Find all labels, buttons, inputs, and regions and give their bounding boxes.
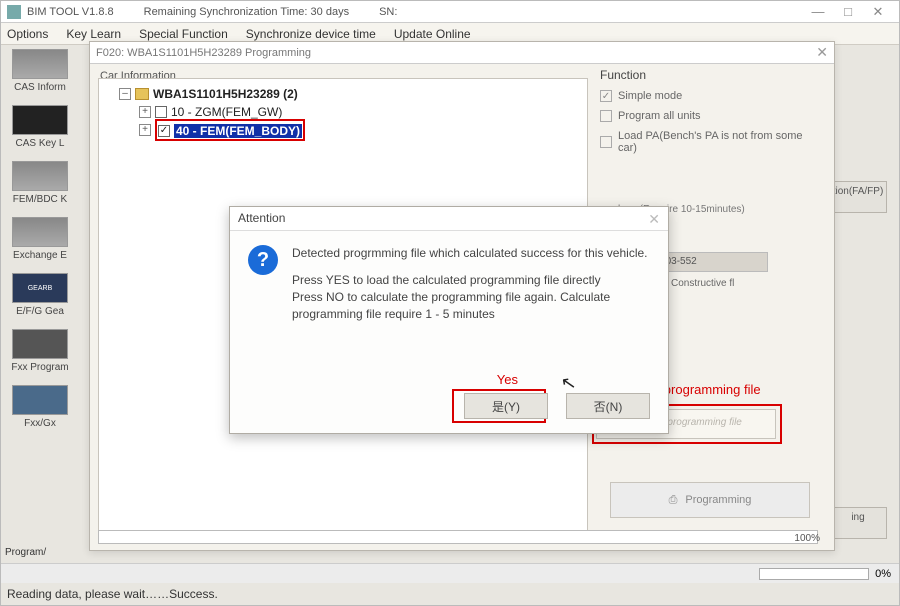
status-message: Reading data, please wait……Success. — [1, 585, 899, 605]
inner-progress-pct: 100% — [794, 533, 820, 544]
attention-dialog: Attention ✕ ? Detected progrmming file w… — [229, 206, 669, 434]
main-statusbar: 0% — [1, 563, 899, 583]
tree-root[interactable]: – WBA1S1101H5H23289 (2) — [105, 85, 581, 103]
left-sidebar: CAS Inform CAS Key L FEM/BDC K Exchange … — [5, 49, 75, 441]
right-button-fa-fp[interactable]: tion(FA/FP) — [829, 181, 887, 213]
no-button[interactable]: 否(N) — [566, 393, 650, 419]
dialog-titlebar: Attention ✕ — [230, 207, 668, 231]
menu-special[interactable]: Special Function — [139, 27, 228, 41]
sidebar-item-gearbox[interactable]: GEARBE/F/G Gea — [5, 273, 75, 317]
app-icon — [7, 5, 21, 19]
sidebar-item-fxxgx[interactable]: Fxx/Gx — [5, 385, 75, 429]
sidebar-item-exchange[interactable]: Exchange E — [5, 217, 75, 261]
collapse-icon[interactable]: – — [119, 88, 131, 100]
radio-constructive[interactable]: Constructive fl — [656, 278, 828, 289]
maximize-icon[interactable]: □ — [833, 4, 863, 19]
dialog-title: Attention — [238, 211, 285, 226]
inner-progressbar — [98, 530, 818, 544]
menu-options[interactable]: Options — [7, 27, 48, 41]
chk-load-pa[interactable]: Load PA(Bench's PA is not from some car) — [600, 130, 824, 154]
yes-button[interactable]: 是(Y) — [464, 393, 548, 419]
question-icon: ? — [248, 245, 278, 275]
programming-titlebar: F020: WBA1S1101H5H23289 Programming ✕ — [90, 42, 834, 64]
menu-update[interactable]: Update Online — [394, 27, 471, 41]
sidebar-item-fxxprog[interactable]: Fxx Program — [5, 329, 75, 373]
folder-icon — [135, 88, 149, 100]
yes-annotation: Yes — [497, 372, 518, 387]
close-icon[interactable]: ✕ — [863, 4, 893, 20]
chk-simple-mode[interactable]: ✓Simple mode — [600, 90, 824, 102]
sync-time-label: Remaining Synchronization Time: 30 days — [144, 6, 349, 18]
sidebar-item-fembdc[interactable]: FEM/BDC K — [5, 161, 75, 205]
dialog-text: Detected progrmming file which calculate… — [292, 245, 650, 333]
programming-title: F020: WBA1S1101H5H23289 Programming — [96, 47, 311, 59]
checkbox-checked[interactable]: ✓ — [158, 125, 170, 137]
programming-close-icon[interactable]: ✕ — [816, 44, 828, 61]
programming-icon: ⎙ — [669, 494, 678, 507]
programming-button[interactable]: ⎙ Programming — [610, 482, 810, 518]
menu-keylearn[interactable]: Key Learn — [66, 27, 121, 41]
sidebar-item-cas-info[interactable]: CAS Inform — [5, 49, 75, 93]
function-label: Function — [600, 68, 828, 82]
tree-node-fem[interactable]: + ✓ 40 - FEM(FEM_BODY) — [105, 121, 581, 139]
app-title: BIM TOOL V1.8.8 — [27, 6, 114, 18]
menu-syncdev[interactable]: Synchronize device time — [246, 27, 376, 41]
main-titlebar: BIM TOOL V1.8.8 Remaining Synchronizatio… — [1, 1, 899, 23]
main-progressbar — [759, 568, 869, 580]
sn-label: SN: — [379, 6, 397, 18]
minimize-icon[interactable]: — — [803, 4, 833, 19]
checkbox-unchecked[interactable] — [155, 106, 167, 118]
right-button-ing[interactable]: ing — [829, 507, 887, 539]
sidebar-bottom-label: Program/ — [5, 547, 46, 559]
main-window: BIM TOOL V1.8.8 Remaining Synchronizatio… — [0, 0, 900, 606]
dialog-close-icon[interactable]: ✕ — [648, 211, 660, 226]
expand-icon[interactable]: + — [139, 106, 151, 118]
sidebar-item-cas-key[interactable]: CAS Key L — [5, 105, 75, 149]
expand-icon[interactable]: + — [139, 124, 151, 136]
main-progress-pct: 0% — [875, 568, 891, 580]
chk-program-all[interactable]: Program all units — [600, 110, 824, 122]
